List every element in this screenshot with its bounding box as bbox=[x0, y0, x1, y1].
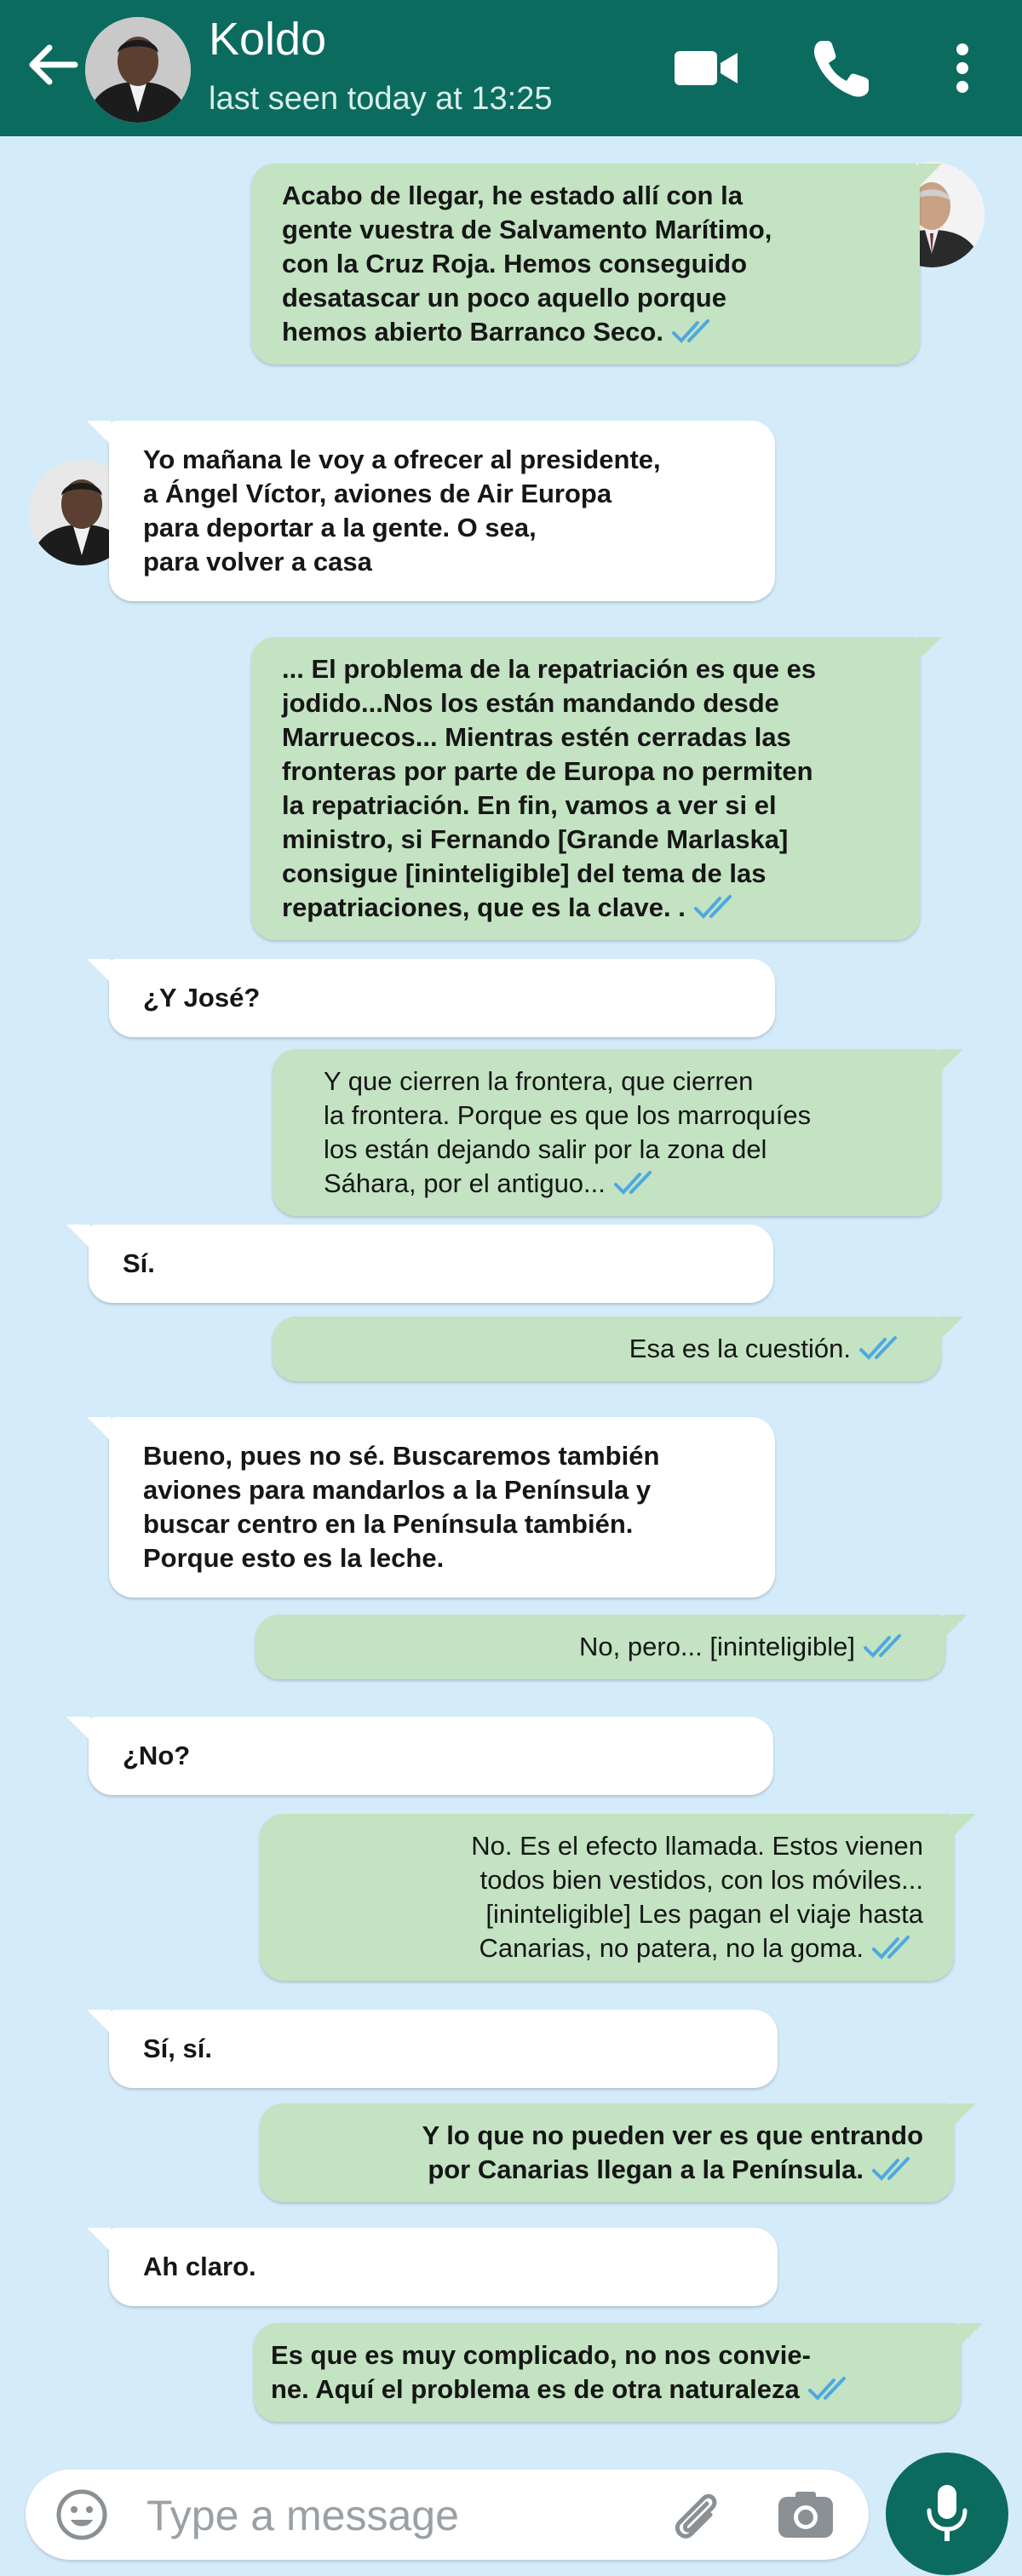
message-text: Es que es muy complicado, no nos convie-… bbox=[271, 2340, 811, 2404]
contact-avatar[interactable] bbox=[85, 17, 191, 123]
camera-icon[interactable] bbox=[775, 2488, 836, 2543]
outgoing-message[interactable]: No. Es el efecto llamada. Estos vienen t… bbox=[260, 1814, 976, 1981]
message-input[interactable] bbox=[145, 2485, 625, 2546]
outgoing-message[interactable]: Es que es muy complicado, no nos convie-… bbox=[254, 2323, 983, 2422]
message-text: No, pero... [ininteligible] bbox=[579, 1632, 855, 1661]
read-receipt-icon bbox=[858, 1335, 910, 1361]
read-receipt-icon bbox=[870, 1935, 923, 1960]
incoming-message[interactable]: Sí, sí. bbox=[87, 2010, 778, 2088]
outgoing-message[interactable]: Acabo de llegar, he estado allí con la g… bbox=[251, 164, 942, 364]
paperclip-icon[interactable] bbox=[664, 2485, 726, 2546]
outgoing-message[interactable]: No, pero... [ininteligible] bbox=[256, 1615, 967, 1679]
message-text: ¿No? bbox=[123, 1741, 191, 1770]
outgoing-message[interactable]: Y lo que no pueden ver es que entrando p… bbox=[260, 2103, 976, 2202]
outgoing-message[interactable]: Esa es la cuestión. bbox=[273, 1317, 963, 1381]
message-text: Yo mañana le voy a ofrecer al presidente… bbox=[143, 445, 661, 577]
incoming-message[interactable]: ¿Y José? bbox=[87, 959, 775, 1037]
read-receipt-icon bbox=[692, 894, 745, 920]
message-text: Sí. bbox=[123, 1248, 155, 1278]
read-receipt-icon bbox=[807, 2376, 859, 2401]
message-input-bar bbox=[26, 2470, 869, 2560]
read-receipt-icon bbox=[612, 1170, 665, 1196]
phone-icon[interactable] bbox=[809, 36, 874, 100]
incoming-message[interactable]: Sí. bbox=[66, 1225, 773, 1303]
message-text: Y que cierren la frontera, que cierren l… bbox=[324, 1066, 812, 1198]
read-receipt-icon bbox=[862, 1633, 915, 1659]
incoming-message[interactable]: Bueno, pues no sé. Buscaremos también av… bbox=[87, 1417, 775, 1598]
mic-button[interactable] bbox=[886, 2453, 1008, 2575]
contact-name[interactable]: Koldo bbox=[209, 12, 326, 66]
microphone-icon bbox=[927, 2485, 967, 2541]
read-receipt-icon bbox=[670, 318, 723, 344]
message-text: ¿Y José? bbox=[143, 983, 261, 1013]
more-vertical-icon[interactable] bbox=[937, 36, 988, 100]
arrow-left-icon[interactable] bbox=[26, 37, 80, 92]
last-seen-status: last seen today at 13:25 bbox=[209, 81, 553, 117]
incoming-message[interactable]: Yo mañana le voy a ofrecer al presidente… bbox=[87, 421, 775, 601]
emoji-icon[interactable] bbox=[56, 2489, 107, 2540]
message-text: Esa es la cuestión. bbox=[629, 1334, 851, 1363]
incoming-message[interactable]: Ah claro. bbox=[87, 2228, 778, 2306]
message-text: Sí, sí. bbox=[143, 2034, 212, 2063]
video-camera-icon[interactable] bbox=[673, 36, 741, 100]
message-text: Ah claro. bbox=[143, 2252, 256, 2281]
outgoing-message[interactable]: ... El problema de la repatriación es qu… bbox=[251, 637, 942, 940]
message-text: Y lo que no pueden ver es que entrando p… bbox=[422, 2120, 923, 2184]
message-text: No. Es el efecto llamada. Estos vienen t… bbox=[471, 1831, 923, 1963]
message-text: ... El problema de la repatriación es qu… bbox=[282, 654, 817, 922]
incoming-message[interactable]: ¿No? bbox=[66, 1717, 773, 1795]
chat-header: Koldo last seen today at 13:25 bbox=[0, 0, 1022, 136]
outgoing-message[interactable]: Y que cierren la frontera, que cierren l… bbox=[273, 1049, 963, 1216]
read-receipt-icon bbox=[870, 2156, 923, 2182]
message-text: Bueno, pues no sé. Buscaremos también av… bbox=[143, 1441, 660, 1573]
